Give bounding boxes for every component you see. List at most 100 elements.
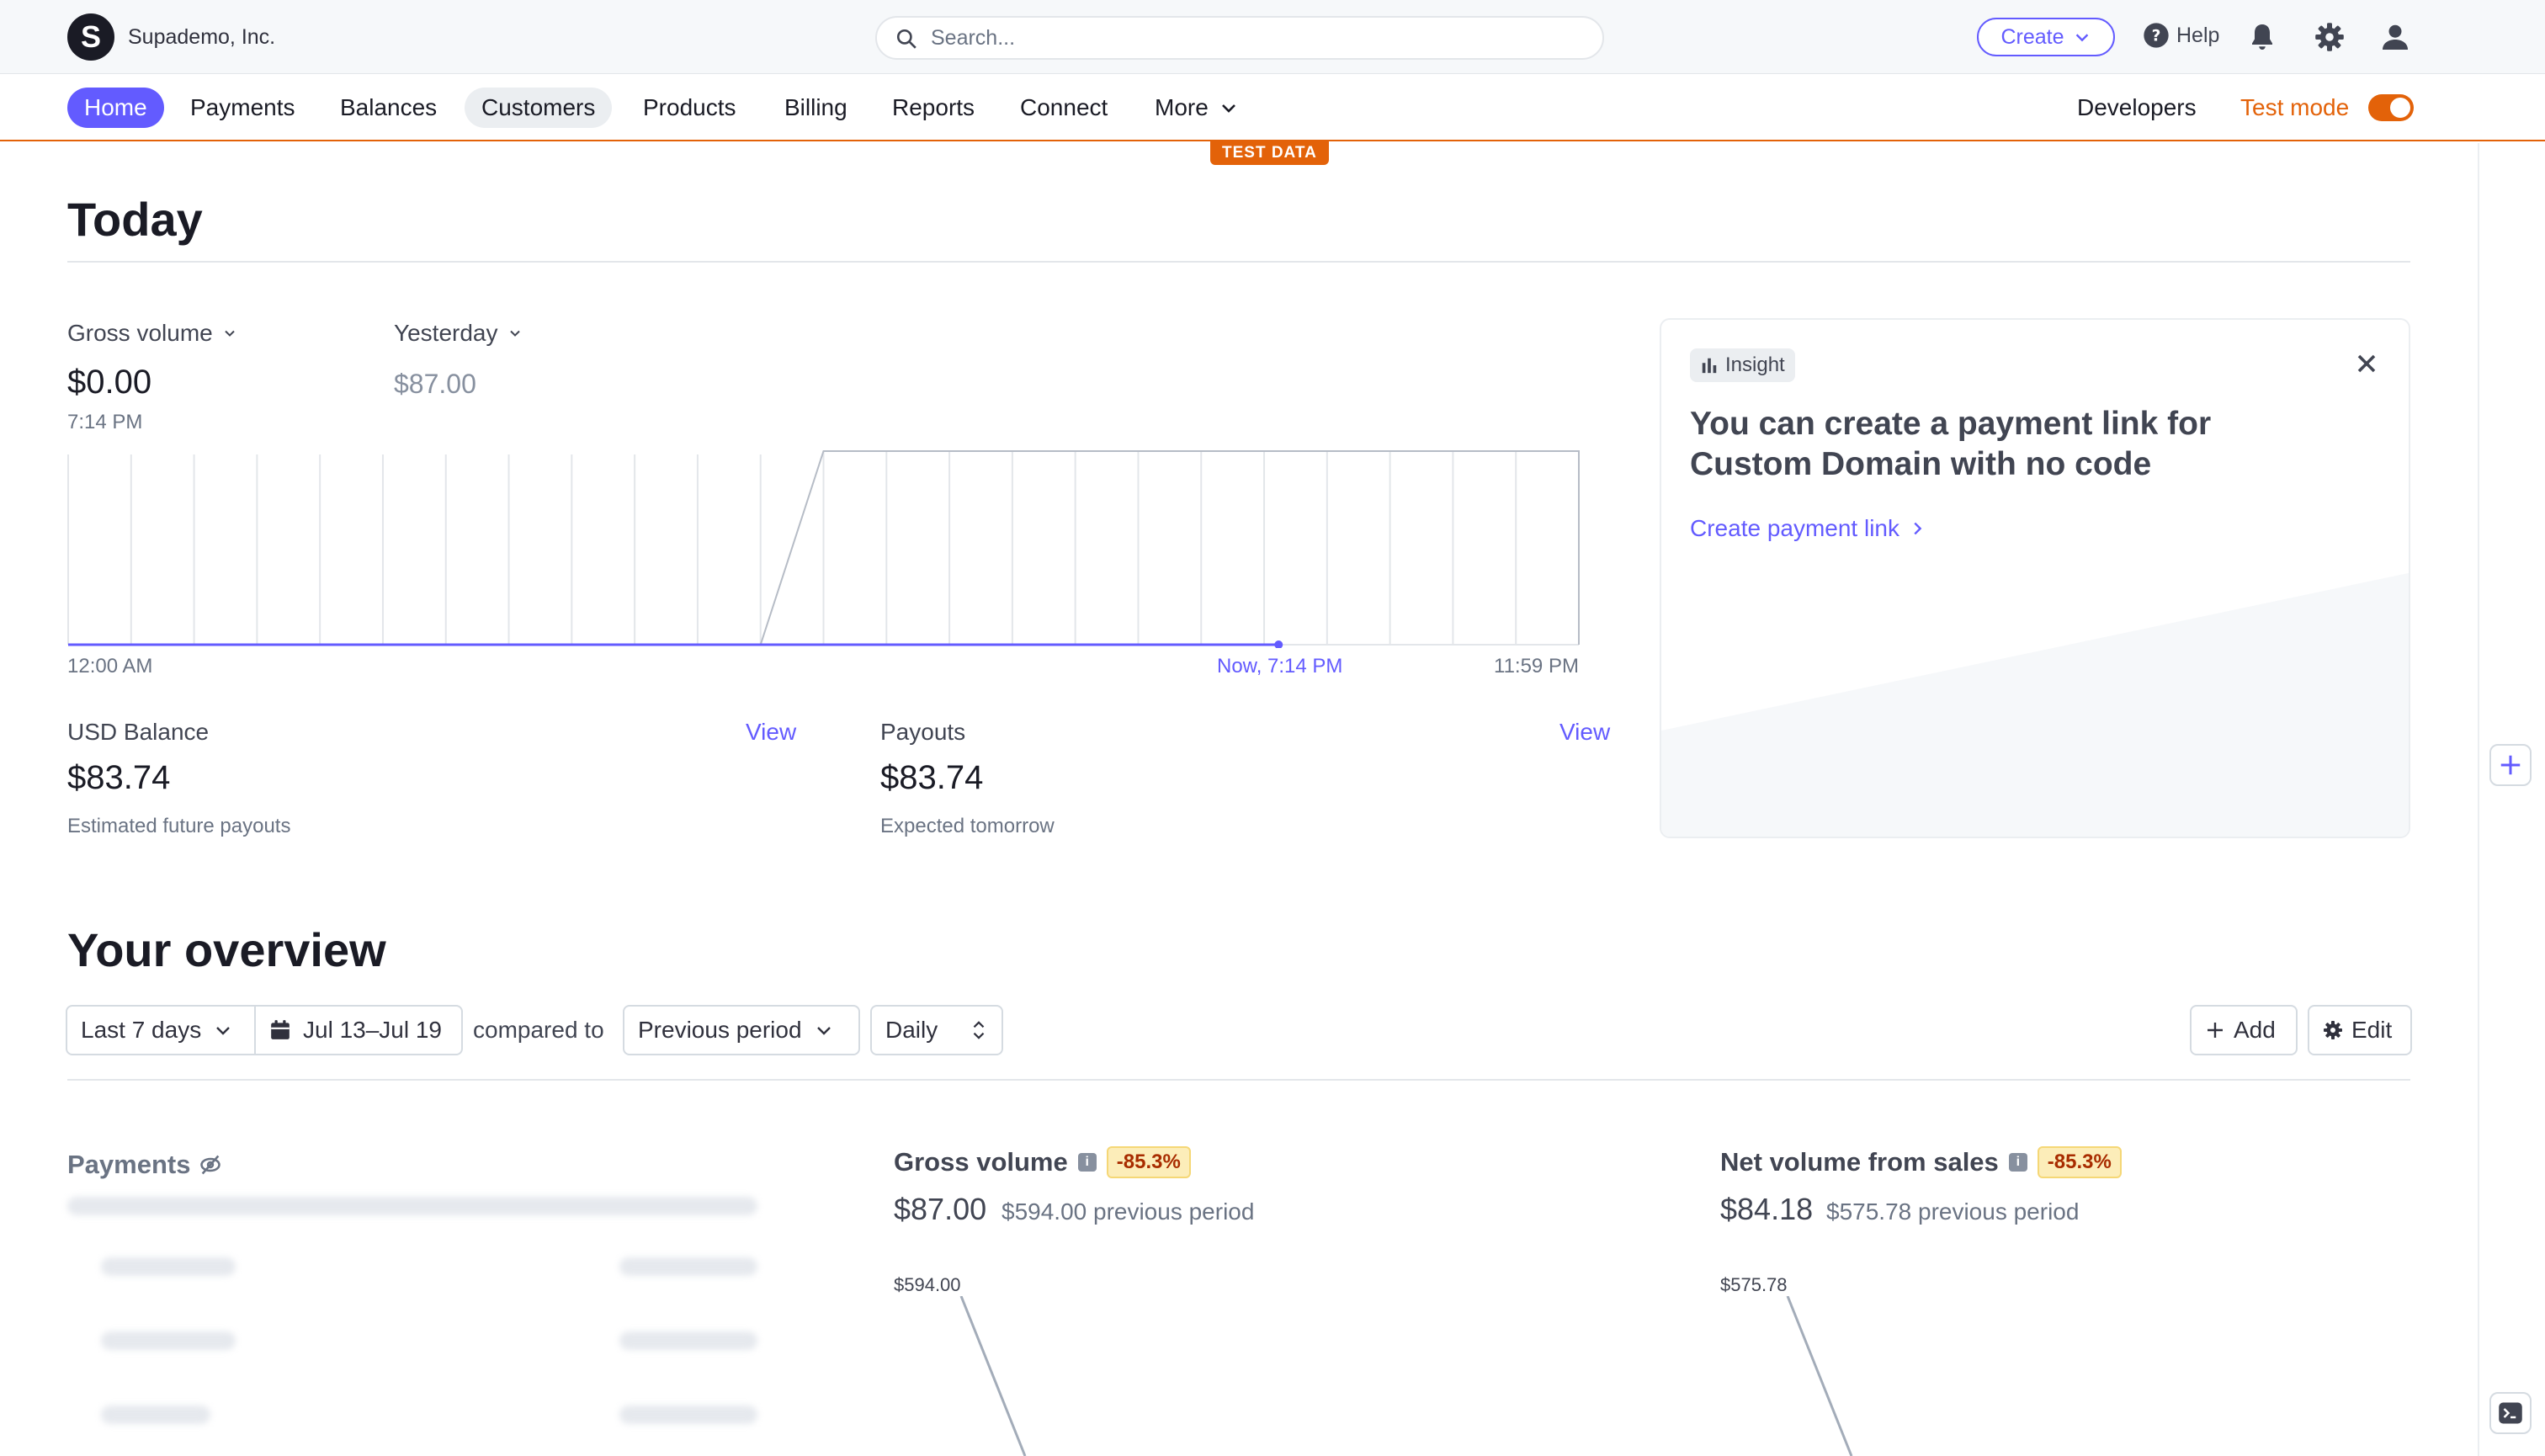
- insight-badge: Insight: [1690, 348, 1795, 382]
- gross-widget-previous: $594.00 previous period: [1002, 1198, 1255, 1225]
- gross-change-badge: -85.3%: [1106, 1146, 1191, 1178]
- insight-title: You can create a payment link for Custom…: [1690, 406, 2212, 482]
- terminal-icon: [2499, 1402, 2522, 1424]
- svg-text:?: ?: [2152, 28, 2161, 45]
- usd-balance-sub: Estimated future payouts: [67, 815, 291, 837]
- search-icon: [896, 29, 917, 49]
- usd-balance-view-link[interactable]: View: [746, 719, 796, 746]
- close-icon[interactable]: [2351, 348, 2382, 379]
- blurred-row: [619, 1257, 757, 1276]
- gross-widget-value: $87.00: [894, 1192, 987, 1226]
- test-mode-label: Test mode: [2240, 94, 2350, 120]
- gear-icon[interactable]: [2314, 22, 2345, 52]
- payments-widget-title: Payments: [67, 1150, 222, 1180]
- date-range-label: Jul 13–Jul 19: [303, 1017, 443, 1043]
- edit-button[interactable]: Edit: [2308, 1005, 2412, 1055]
- nav-billing[interactable]: Billing: [768, 88, 864, 128]
- chevron-down-icon: [509, 330, 520, 337]
- range-selector[interactable]: Last 7 days: [66, 1005, 256, 1055]
- nav-balances[interactable]: Balances: [323, 88, 454, 128]
- company-name[interactable]: Supademo, Inc.: [128, 25, 275, 50]
- blurred-row: [101, 1331, 236, 1350]
- insight-card: Insight You can create a payment link fo…: [1660, 318, 2410, 838]
- axis-end-label: 11:59 PM: [1494, 655, 1579, 678]
- chevron-down-icon: [216, 1027, 231, 1035]
- today-chart-grid: [67, 451, 1580, 646]
- date-range-picker[interactable]: Jul 13–Jul 19: [254, 1005, 463, 1055]
- comparison-label: Previous period: [638, 1017, 802, 1043]
- now-marker: [1274, 640, 1283, 648]
- rail-add-button[interactable]: [2489, 744, 2532, 786]
- create-button[interactable]: Create: [1977, 18, 2115, 56]
- create-payment-link-label: Create payment link: [1690, 515, 1900, 541]
- test-mode-toggle[interactable]: [2368, 94, 2414, 121]
- payouts-view-link[interactable]: View: [1559, 719, 1610, 746]
- right-rail-divider: [2478, 143, 2479, 1456]
- search-bar[interactable]: [875, 16, 1604, 60]
- nav-developers[interactable]: Developers: [2060, 88, 2213, 128]
- gross-volume-selector[interactable]: Gross volume: [67, 320, 238, 347]
- help-icon: ?: [2144, 23, 2169, 48]
- help-label: Help: [2176, 23, 2220, 47]
- nav-more[interactable]: More: [1138, 88, 1256, 128]
- top-bar: S Supademo, Inc. Create ? Help: [0, 0, 2545, 74]
- interval-label: Daily: [885, 1017, 938, 1043]
- main-nav: Home Payments Balances Customers Product…: [0, 74, 2545, 141]
- chevron-right-icon: [1914, 522, 1922, 535]
- plus-icon: [2208, 1023, 2223, 1038]
- payouts-sub: Expected tomorrow: [880, 815, 1055, 837]
- insight-background-shape: [1661, 572, 2409, 837]
- test-data-badge: TEST DATA: [1210, 141, 1329, 165]
- rail-shell-button[interactable]: [2489, 1392, 2532, 1434]
- payouts-value: $83.74: [880, 759, 984, 796]
- payments-widget-label: Payments: [67, 1150, 191, 1179]
- nav-home[interactable]: Home: [67, 88, 164, 128]
- axis-now-label: Now, 7:14 PM: [1217, 655, 1343, 678]
- net-widget-label: Net volume from sales: [1720, 1147, 1999, 1177]
- eye-off-icon[interactable]: [199, 1153, 222, 1177]
- compare-value: $87.00: [394, 369, 476, 399]
- nav-payments[interactable]: Payments: [173, 88, 312, 128]
- logo-letter: S: [80, 19, 101, 54]
- today-divider: [67, 261, 2410, 263]
- info-icon[interactable]: i: [1077, 1153, 1097, 1172]
- nav-connect[interactable]: Connect: [1003, 88, 1124, 128]
- blurred-row: [67, 1197, 757, 1215]
- compare-selector[interactable]: Yesterday: [394, 320, 523, 347]
- bell-icon[interactable]: [2247, 22, 2277, 52]
- nav-customers[interactable]: Customers: [465, 88, 613, 128]
- payouts-label: Payouts: [880, 719, 966, 745]
- chevron-down-icon: [2075, 34, 2088, 42]
- edit-button-label: Edit: [2351, 1017, 2393, 1043]
- net-widget-value: $84.18: [1720, 1192, 1814, 1226]
- company-logo[interactable]: S: [67, 13, 114, 61]
- search-input[interactable]: [931, 26, 1570, 50]
- nav-reports[interactable]: Reports: [875, 88, 991, 128]
- chevron-down-icon: [225, 330, 235, 337]
- calendar-icon: [271, 1020, 290, 1039]
- blurred-row: [619, 1406, 757, 1424]
- comparison-selector[interactable]: Previous period: [623, 1005, 860, 1055]
- usd-balance-label: USD Balance: [67, 719, 210, 745]
- gross-previous-line: [959, 1296, 1027, 1456]
- add-button[interactable]: Add: [2190, 1005, 2298, 1055]
- bar-chart-icon: [1702, 358, 1717, 374]
- today-chart: [67, 450, 1580, 648]
- insight-badge-label: Insight: [1725, 353, 1785, 376]
- user-icon[interactable]: [2380, 22, 2410, 52]
- overview-divider: [67, 1079, 2410, 1081]
- interval-selector[interactable]: Daily: [870, 1005, 1003, 1055]
- chevron-up-down-icon: [973, 1021, 985, 1039]
- create-payment-link[interactable]: Create payment link: [1690, 515, 1926, 542]
- gross-volume-time: 7:14 PM: [67, 411, 143, 433]
- nav-products[interactable]: Products: [626, 88, 753, 128]
- net-widget-previous: $575.78 previous period: [1826, 1198, 2080, 1225]
- info-icon[interactable]: i: [2008, 1153, 2027, 1172]
- gear-icon: [2324, 1021, 2342, 1039]
- gross-widget-label: Gross volume: [894, 1147, 1068, 1177]
- help-button[interactable]: ? Help: [2143, 22, 2219, 49]
- today-title: Today: [67, 193, 203, 246]
- gross-axis-top: $594.00: [894, 1274, 961, 1295]
- blurred-row: [619, 1331, 757, 1350]
- gross-volume-value: $0.00: [67, 364, 152, 401]
